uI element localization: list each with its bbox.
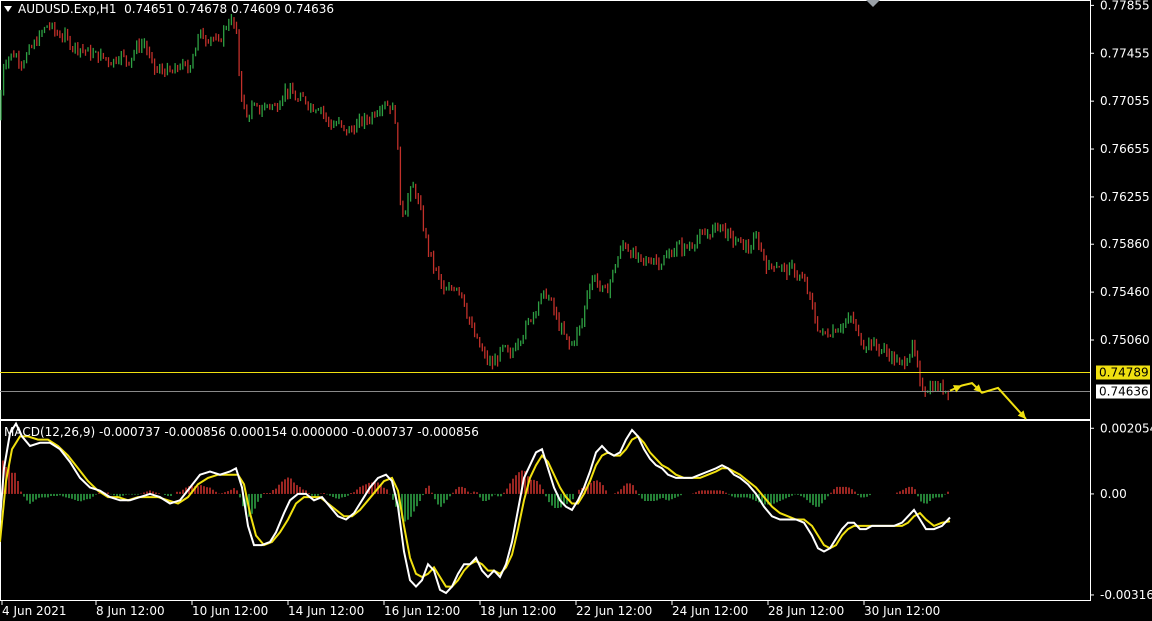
price-tick-label-2: 0.77055 bbox=[1100, 94, 1150, 108]
macd-tick-label-2: -0.003161 bbox=[1100, 588, 1152, 602]
macd-tick-label-0: 0.002054 bbox=[1100, 421, 1152, 435]
chart-window: 0.74789 0.74636 0.77855 0.77455 0.77055 0.766… bbox=[0, 0, 1152, 621]
time-tick-label-4: 16 Jun 12:00 bbox=[384, 604, 460, 618]
ohlc-values: 0.74651 0.74678 0.74609 0.74636 bbox=[124, 2, 335, 16]
macd-signal-line bbox=[0, 435, 951, 588]
symbol-header: AUDUSD.Exp,H1 0.74651 0.74678 0.74609 0.… bbox=[4, 2, 334, 16]
forecast-arrow-line bbox=[949, 382, 1027, 420]
macd-header: MACD(12,26,9) -0.000737 -0.000856 0.0001… bbox=[4, 425, 479, 439]
level-price-label: 0.74789 bbox=[1099, 366, 1149, 380]
time-tick-label-0: 4 Jun 2021 bbox=[2, 604, 67, 618]
scroll-marker-icon[interactable] bbox=[866, 0, 880, 7]
chart-canvas[interactable]: 0.74789 0.74636 0.77855 0.77455 0.77055 0.766… bbox=[0, 0, 1152, 621]
price-tick-label-1: 0.77455 bbox=[1100, 46, 1150, 60]
dropdown-triangle-icon[interactable] bbox=[4, 6, 12, 12]
price-tick-label-3: 0.76655 bbox=[1100, 142, 1150, 156]
price-tick-label-6: 0.75460 bbox=[1100, 285, 1150, 299]
time-tick-label-2: 10 Jun 12:00 bbox=[192, 604, 268, 618]
macd-histogram bbox=[2, 460, 949, 522]
time-tick-label-9: 30 Jun 12:00 bbox=[864, 604, 940, 618]
price-tick-label-0: 0.77855 bbox=[1100, 0, 1150, 12]
price-panel-frame bbox=[0, 0, 1091, 420]
current-price-label: 0.74636 bbox=[1099, 385, 1149, 399]
price-tick-label-5: 0.75860 bbox=[1100, 237, 1150, 251]
macd-main-line bbox=[0, 421, 951, 595]
macd-panel-frame bbox=[0, 420, 1091, 601]
time-tick-label-8: 28 Jun 12:00 bbox=[768, 604, 844, 618]
time-tick-label-1: 8 Jun 12:00 bbox=[96, 604, 165, 618]
price-tick-label-4: 0.76255 bbox=[1100, 190, 1150, 204]
time-tick-label-3: 14 Jun 12:00 bbox=[288, 604, 364, 618]
macd-tick-label-1: 0.00 bbox=[1100, 487, 1127, 501]
symbol-name: AUDUSD.Exp,H1 bbox=[18, 2, 117, 16]
time-tick-label-6: 22 Jun 12:00 bbox=[576, 604, 652, 618]
time-tick-label-5: 18 Jun 12:00 bbox=[480, 604, 556, 618]
price-tick-label-7: 0.75060 bbox=[1100, 333, 1150, 347]
candlestick-series bbox=[0, 14, 949, 401]
time-tick-label-7: 24 Jun 12:00 bbox=[672, 604, 748, 618]
